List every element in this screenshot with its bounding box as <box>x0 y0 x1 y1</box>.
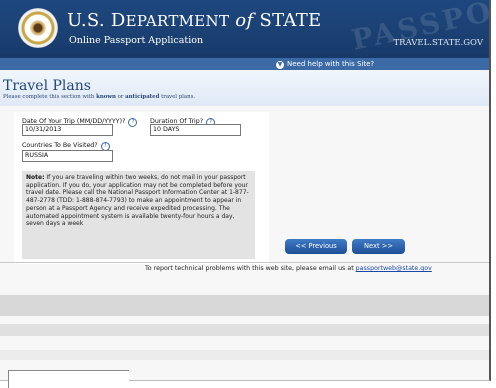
page-frame: U.S. DEPARTMENT of STATE Online Passport… <box>0 0 491 381</box>
help-icon: ▼ <box>276 61 284 69</box>
trip-duration-input[interactable]: 10 DAYS <box>150 124 241 136</box>
countries-input[interactable]: RUSSIA <box>22 150 113 162</box>
app-subtitle: Online Passport Application <box>69 35 204 46</box>
lower-band <box>0 295 489 316</box>
passport-watermark: PASSPORT <box>348 0 489 57</box>
lower-band <box>0 324 489 336</box>
next-button[interactable]: Next >> <box>352 239 405 254</box>
help-link[interactable]: ▼ Need help with this Site? <box>276 58 374 70</box>
previous-button[interactable]: << Previous <box>285 239 347 254</box>
page-title-area: Travel Plans <box>0 70 489 106</box>
trip-date-input[interactable]: 10/31/2013 <box>22 124 113 136</box>
eagle-icon <box>30 20 46 36</box>
site-header: U.S. DEPARTMENT of STATE Online Passport… <box>0 0 489 58</box>
footer-text: To report technical problems with this w… <box>145 265 432 272</box>
support-email-link[interactable]: passportweb@state.gov <box>356 265 432 272</box>
note-box: Note: If you are traveling within two we… <box>22 171 255 259</box>
help-bar: ▼ Need help with this Site? <box>0 58 489 70</box>
section-instruction: Please complete this section with known … <box>3 94 196 100</box>
help-icon[interactable]: ? <box>128 118 138 127</box>
footer-divider <box>0 262 489 263</box>
department-title: U.S. DEPARTMENT of STATE <box>67 10 322 31</box>
lower-band <box>0 350 489 360</box>
travel-state-gov-link[interactable]: TRAVEL.STATE.GOV <box>394 38 484 48</box>
window-corner <box>8 370 129 388</box>
page-title: Travel Plans <box>3 78 91 94</box>
